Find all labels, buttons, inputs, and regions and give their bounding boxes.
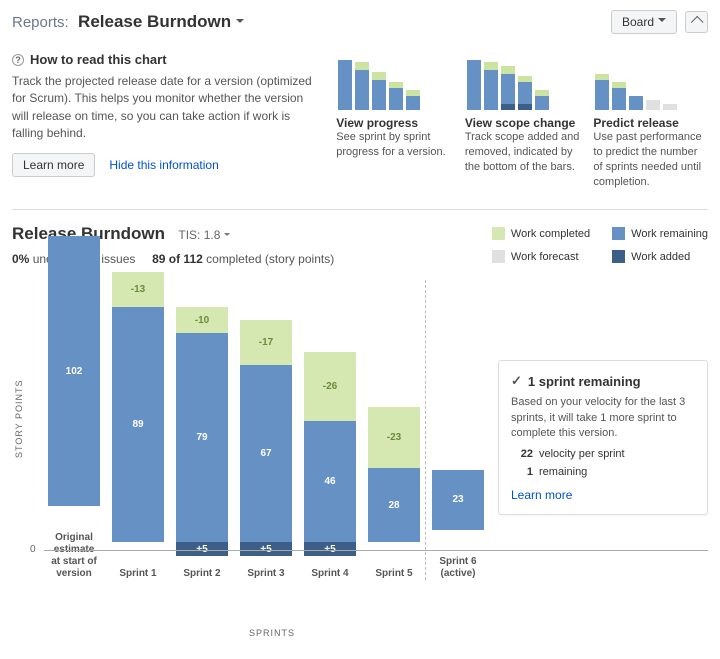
help-card-title: View progress [336,116,451,130]
collapse-icon [692,15,701,29]
learn-more-button[interactable]: Learn more [12,153,95,177]
legend-label: Work added [631,251,690,263]
legend-completed: Work completed [492,224,590,243]
chart-bar: 28-23 [368,272,420,542]
projection-divider [425,280,426,580]
chart-column: 102 Original estimate at start of version [48,236,100,580]
legend: Work completed Work remaining Work forec… [492,224,708,266]
prediction-velocity: 22 velocity per sprint [511,448,695,460]
how-to-title-label: How to read this chart [30,52,167,67]
legend-added: Work added [612,247,708,266]
bar-remaining: 102 [48,236,100,506]
x-tick-label: Sprint 3 [247,568,284,580]
remaining-label: remaining [539,466,587,478]
chart-column: 28-23 Sprint 5 [368,272,420,580]
divider [12,209,708,210]
y-tick-zero: 0 [30,544,36,555]
collapse-button[interactable] [685,11,708,33]
x-tick-label: Sprint 5 [375,568,412,580]
swatch-icon [492,227,505,240]
help-card-desc: Track scope added and removed, indicated… [465,130,580,175]
bar-completed: -17 [240,320,292,365]
chevron-down-icon [658,15,666,29]
bar-completed: -23 [368,407,420,468]
swatch-icon [612,227,625,240]
chart-column: 89-13 Sprint 1 [112,272,164,580]
bar-remaining: 23 [432,470,484,531]
help-icon: ? [12,54,24,66]
chart-column: 67-17+5Sprint 3 [240,272,292,580]
prediction-title: 1 sprint remaining [528,374,641,389]
legend-remaining: Work remaining [612,224,708,243]
x-tick-label: Sprint 2 [183,568,220,580]
x-axis-label: SPRINTS [26,628,496,638]
chart-bar: 89-13 [112,272,164,542]
velocity-value: 22 [511,448,533,460]
hide-info-link[interactable]: Hide this information [109,158,218,172]
how-to-text: Track the projected release date for a v… [12,73,318,143]
y-axis-label: STORY POINTS [12,280,26,638]
swatch-icon [492,250,505,263]
x-tick-label: Sprint 1 [119,568,156,580]
help-card-title: View scope change [465,116,580,130]
legend-label: Work remaining [631,228,708,240]
x-tick-label: Original estimate at start of version [48,532,100,580]
chevron-down-icon [236,12,244,31]
report-title[interactable]: Release Burndown [78,12,244,31]
x-tick-label: Sprint 4 [311,568,348,580]
bar-remaining: 89 [112,307,164,543]
unestimated-pct: 0% [12,252,29,266]
swatch-icon [612,250,625,263]
how-to-title: ? How to read this chart [12,52,318,67]
bar-remaining: 67 [240,365,292,542]
thumbnail-predict [593,52,708,110]
help-card-desc: See sprint by sprint progress for a vers… [336,130,451,160]
chart-column: 79-10+5Sprint 2 [176,272,228,580]
chart-bar: 102 [48,236,100,506]
version-dropdown[interactable]: TIS: 1.8 [178,228,230,242]
remaining-value: 1 [511,466,533,478]
legend-forecast: Work forecast [492,247,590,266]
chart-bar: 46-26+5 [304,272,356,542]
breadcrumb: Reports: [12,14,69,31]
progress-num: 89 of 112 [152,252,203,266]
prediction-remaining: 1 remaining [511,466,695,478]
prediction-card: 1 sprint remaining Based on your velocit… [498,360,708,514]
thumbnail-scope [465,52,580,110]
bar-completed: -13 [112,272,164,306]
prediction-learn-more-link[interactable]: Learn more [511,488,695,502]
prediction-body: Based on your velocity for the last 3 sp… [511,395,695,441]
chart-column: 23 Sprint 6 (active) [432,260,484,580]
bar-added: +5 [176,542,228,556]
chart-bar: 67-17+5 [240,272,292,542]
check-icon [511,373,522,389]
board-dropdown[interactable]: Board [611,10,677,34]
chart-bar: 23 [432,260,484,530]
bar-remaining: 46 [304,421,356,543]
board-dropdown-label: Board [622,15,654,29]
help-card-progress: View progress See sprint by sprint progr… [336,52,451,189]
report-title-label: Release Burndown [78,12,231,31]
bar-added: +5 [304,542,356,556]
legend-label: Work completed [511,228,590,240]
legend-label: Work forecast [511,251,579,263]
bar-remaining: 79 [176,333,228,542]
chart-bar: 79-10+5 [176,272,228,542]
velocity-label: velocity per sprint [539,448,625,460]
help-card-predict: Predict release Use past performance to … [593,52,708,189]
thumbnail-progress [336,52,451,110]
bar-completed: -26 [304,352,356,421]
bar-completed: -10 [176,307,228,333]
progress-label: completed (story points) [206,252,334,266]
bar-remaining: 28 [368,468,420,542]
help-card-scope: View scope change Track scope added and … [465,52,580,189]
bar-added: +5 [240,542,292,556]
header-bar: Reports: Release Burndown Board [12,10,708,34]
help-card-desc: Use past performance to predict the numb… [593,130,708,189]
x-tick-label: Sprint 6 (active) [432,556,484,580]
help-card-title: Predict release [593,116,708,130]
chart-column: 46-26+5Sprint 4 [304,272,356,580]
